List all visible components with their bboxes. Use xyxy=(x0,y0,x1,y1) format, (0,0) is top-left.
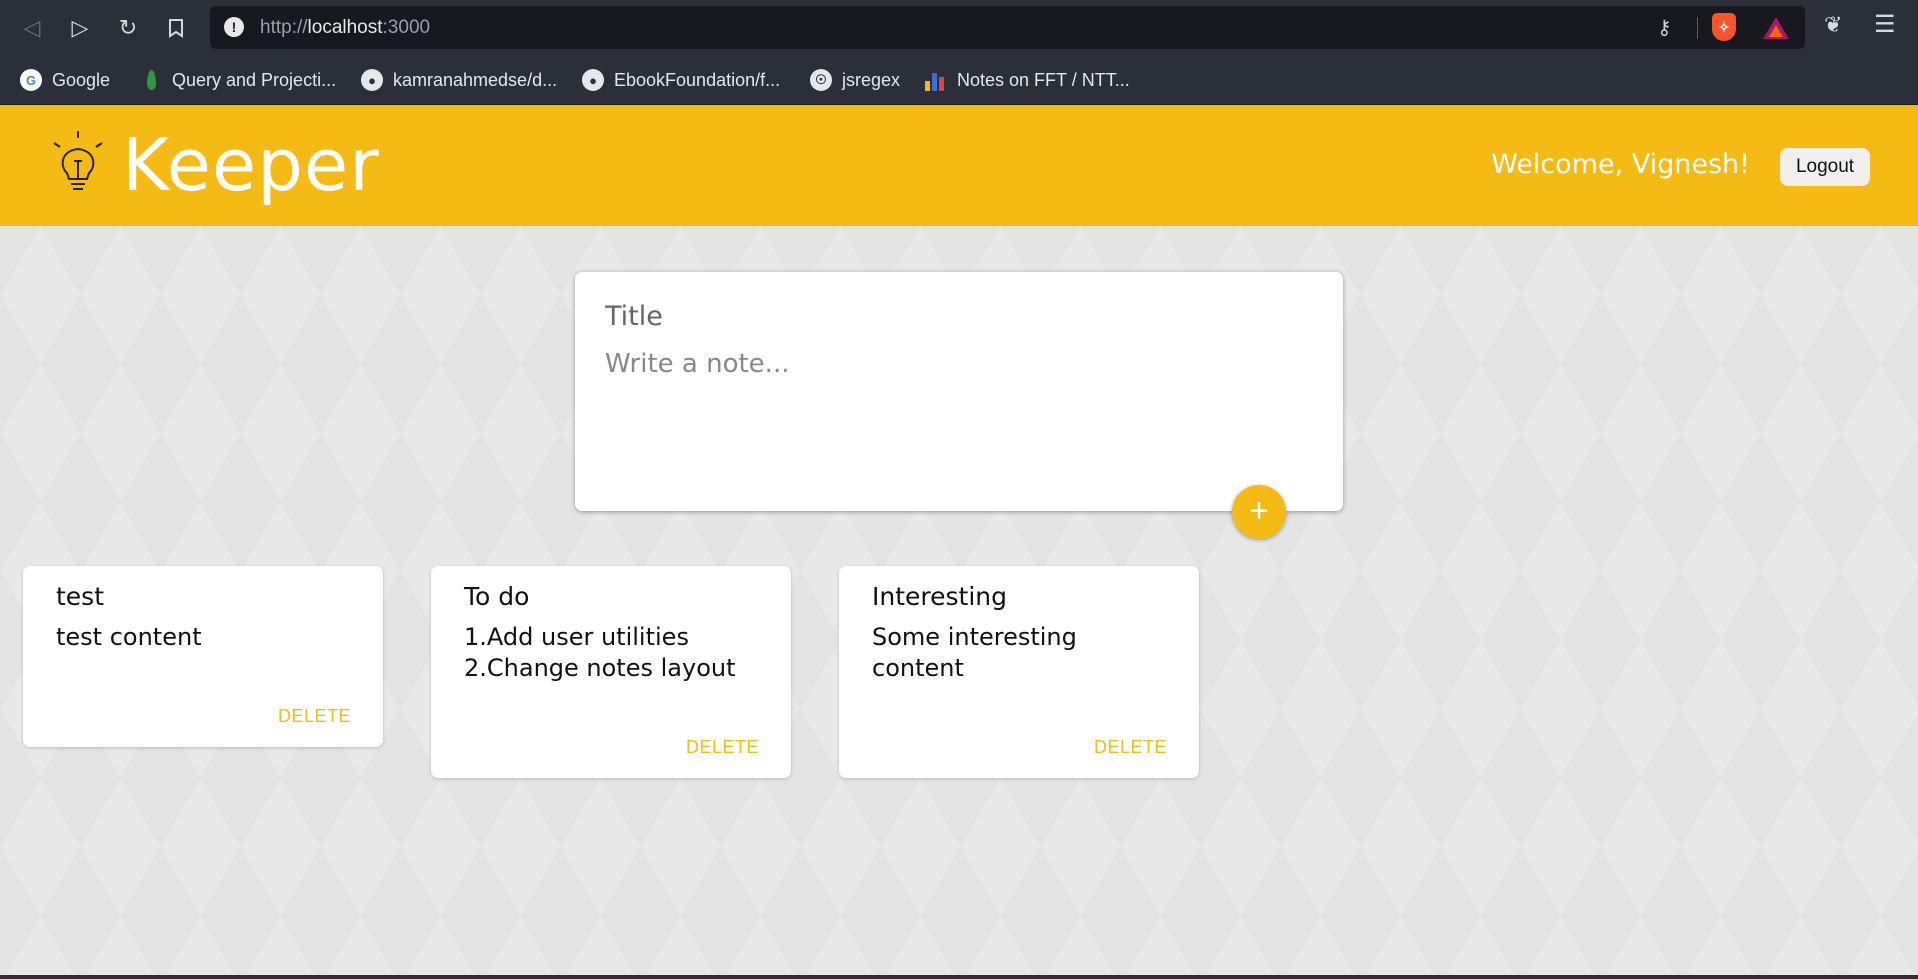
password-key-icon[interactable]: ⚷ xyxy=(1657,15,1672,40)
bookmark-fft-ntt[interactable]: Notes on FFT / NTT... xyxy=(925,68,1130,92)
bookmark-icon[interactable] xyxy=(160,12,192,44)
note-title-input[interactable] xyxy=(603,300,1307,333)
address-bar-divider xyxy=(1697,17,1698,39)
bar-chart-icon xyxy=(925,69,947,91)
note-content: 1.Add user utilities 2.Change notes layo… xyxy=(464,623,736,682)
reload-icon[interactable]: ↻ xyxy=(112,12,144,44)
browser-toolbar: ◁ ▷ ↻ ! http://localhost:3000 ⚷ ✧ ❦ ☰ xyxy=(0,0,1918,56)
bookmark-jsregex[interactable]: ☉ jsregex xyxy=(810,68,900,92)
app-header: Keeper Welcome, Vignesh! Logout xyxy=(0,105,1918,226)
welcome-message: Welcome, Vignesh! xyxy=(1491,149,1750,180)
mongodb-leaf-icon xyxy=(140,69,162,91)
site-info-icon[interactable]: ! xyxy=(224,17,244,37)
note-title: test xyxy=(56,582,105,611)
brave-shields-icon[interactable]: ✧ xyxy=(1712,13,1736,41)
menu-icon[interactable]: ☰ xyxy=(1874,10,1896,39)
bookmark-label: Notes on FFT / NTT... xyxy=(957,69,1130,90)
bookmark-label: Google xyxy=(52,69,111,90)
github-icon: ● xyxy=(361,69,383,91)
extensions-puzzle-icon[interactable]: ❦ xyxy=(1824,12,1842,38)
add-note-button[interactable]: + xyxy=(1232,485,1286,539)
note-content-input[interactable] xyxy=(603,347,1307,471)
bookmark-kamranahmedse[interactable]: ● kamranahmedse/d... xyxy=(361,68,557,92)
bookmark-label: jsregex xyxy=(842,69,901,90)
brave-rewards-icon[interactable] xyxy=(1763,17,1789,39)
bookmark-ebookfoundation[interactable]: ● EbookFoundation/f... xyxy=(582,68,780,92)
create-note-form xyxy=(575,272,1343,511)
globe-icon: ☉ xyxy=(810,69,832,91)
note-content: Some interesting content xyxy=(872,623,1077,682)
address-bar[interactable]: ! http://localhost:3000 ⚷ ✧ xyxy=(210,6,1805,49)
taskbar-edge xyxy=(0,975,1918,979)
note-card: Interesting Some interesting content DEL… xyxy=(839,566,1199,778)
note-card: To do 1.Add user utilities 2.Change note… xyxy=(431,566,791,778)
logout-button[interactable]: Logout xyxy=(1780,148,1870,186)
back-icon[interactable]: ◁ xyxy=(16,12,48,44)
note-title: To do xyxy=(464,582,530,611)
google-icon: G xyxy=(20,69,42,91)
forward-icon[interactable]: ▷ xyxy=(64,12,96,44)
lightbulb-icon xyxy=(53,131,103,190)
bookmark-google[interactable]: G Google xyxy=(20,68,110,92)
bookmarks-bar: G Google Query and Projecti... ● kamrana… xyxy=(0,56,1918,105)
bookmark-query-projection[interactable]: Query and Projecti... xyxy=(140,68,336,92)
note-title: Interesting xyxy=(872,582,1007,611)
note-card: test test content DELETE xyxy=(23,566,383,747)
delete-note-button[interactable]: DELETE xyxy=(1094,737,1167,758)
app-title: Keeper xyxy=(122,123,380,207)
bookmark-label: Query and Projecti... xyxy=(172,69,337,90)
note-content: test content xyxy=(56,623,202,651)
url-text[interactable]: http://localhost:3000 xyxy=(260,17,430,39)
bookmark-label: kamranahmedse/d... xyxy=(393,69,558,90)
bookmark-label: EbookFoundation/f... xyxy=(614,69,781,90)
github-icon: ● xyxy=(582,69,604,91)
delete-note-button[interactable]: DELETE xyxy=(686,737,759,758)
delete-note-button[interactable]: DELETE xyxy=(278,706,351,727)
